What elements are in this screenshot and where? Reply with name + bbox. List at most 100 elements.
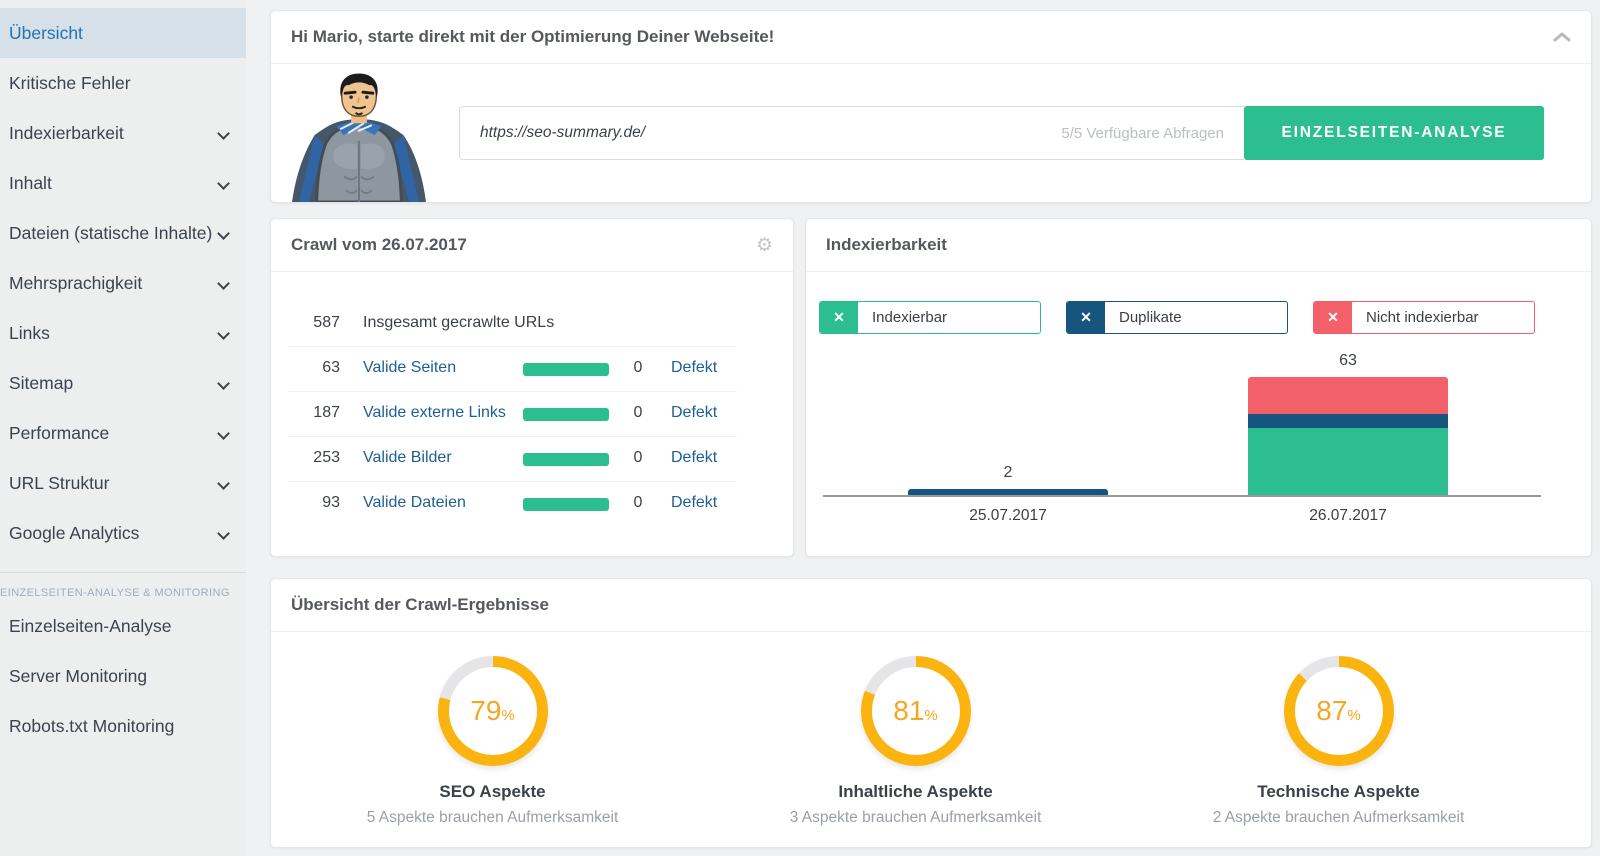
valide-bilder-link[interactable]: Valide Bilder [363,449,452,467]
gauge-percent-sign: % [924,707,937,724]
gauge-percent-value: 79 [470,695,501,727]
sidebar-item-sitemap[interactable]: Sitemap [0,358,246,408]
sidebar-divider [0,572,246,573]
progress-bar [523,408,609,421]
gauge-percent-sign: % [501,707,514,724]
valide-dateien-link[interactable]: Valide Dateien [363,494,466,512]
donut-center: 87 % [1295,667,1383,755]
sidebar-item-indexierbarkeit[interactable]: Indexierbarkeit [0,108,246,158]
sidebar-item-einzelseiten-analyse[interactable]: Einzelseiten-Analyse [0,601,246,651]
chevron-down-icon [217,177,230,190]
url-input-wrapper: 5/5 Verfügbare Abfragen [459,106,1244,160]
sidebar-item-label: Übersicht [9,23,83,43]
stacked-bar [1248,377,1448,495]
einzelseiten-analyse-button[interactable]: EINZELSEITEN-ANALYSE [1244,106,1544,160]
donut-gauge-seo: 79 % [438,656,548,766]
sidebar-section-label: EINZELSEITEN-ANALYSE & MONITORING [0,587,246,599]
crawl-total-label: Insgesamt gecrawlte URLs [363,314,554,332]
defekt-link[interactable]: Defekt [671,404,717,422]
chevron-down-icon [217,327,230,340]
chevron-down-icon [217,527,230,540]
sidebar-item-uebersicht[interactable]: Übersicht [0,8,246,58]
legend-toggle-indexierbar[interactable]: Indexierbar [819,301,1041,334]
sidebar-item-url-struktur[interactable]: URL Struktur [0,458,246,508]
defekt-link[interactable]: Defekt [671,494,717,512]
sidebar-item-kritische-fehler[interactable]: Kritische Fehler [0,58,246,108]
sidebar-item-label: Einzelseiten-Analyse [9,616,171,636]
donut-gauge-inhaltliche: 81 % [861,656,971,766]
sidebar-item-robots-monitoring[interactable]: Robots.txt Monitoring [0,701,246,751]
table-row-valide-dateien: 93 Valide Dateien 0 Defekt [288,482,737,527]
hero-greeting: Hi Mario, starte direkt mit der Optimier… [291,27,774,47]
x-icon [820,302,858,333]
crawl-panel-header: Crawl vom 26.07.2017 [271,219,793,272]
sidebar-item-label: Links [9,323,50,343]
sidebar-item-server-monitoring[interactable]: Server Monitoring [0,651,246,701]
sidebar-item-inhalt[interactable]: Inhalt [0,158,246,208]
sidebar-item-links[interactable]: Links [0,308,246,358]
x-icon [1067,302,1105,333]
crawl-panel: Crawl vom 26.07.2017 587 Insgesamt gecra… [270,218,794,557]
legend-toggle-nicht-indexierbar[interactable]: Nicht indexierbar [1313,301,1535,334]
crawl-total-value: 587 [288,314,340,332]
gauge-note: 2 Aspekte brauchen Aufmerksamkeit [1213,809,1465,827]
gauge-title: Inhaltliche Aspekte [838,782,992,802]
defekt-link[interactable]: Defekt [671,359,717,377]
sidebar-item-google-analytics[interactable]: Google Analytics [0,508,246,558]
row-value: 63 [288,359,340,377]
chevron-down-icon [217,377,230,390]
hero-body: 5/5 Verfügbare Abfragen EINZELSEITEN-ANA… [271,64,1591,202]
row-value: 253 [288,449,340,467]
donut-center: 81 % [872,667,960,755]
defekt-link[interactable]: Defekt [671,449,717,467]
gauge-note: 3 Aspekte brauchen Aufmerksamkeit [790,809,1042,827]
table-row-valide-bilder: 253 Valide Bilder 0 Defekt [288,437,737,482]
result-column-technische: 87 % Technische Aspekte 2 Aspekte brauch… [1127,656,1550,827]
result-column-inhaltliche: 81 % Inhaltliche Aspekte 3 Aspekte brauc… [704,656,1127,827]
x-axis-tick-label: 25.07.2017 [908,507,1108,525]
chevron-down-icon [217,227,230,240]
valide-seiten-link[interactable]: Valide Seiten [363,359,456,377]
sidebar-item-label: Kritische Fehler [9,73,131,93]
chart-legend: Indexierbar Duplikate Nicht indexierbar [819,301,1535,334]
bar-total-label: 2 [1004,464,1013,482]
defect-count: 0 [621,494,655,512]
table-row-valide-externe-links: 187 Valide externe Links 0 Defekt [288,392,737,437]
crawl-panel-title: Crawl vom 26.07.2017 [291,235,467,255]
defect-count: 0 [621,404,655,422]
sidebar-item-label: Dateien (statische Inhalte) [9,223,212,243]
gauge-title: SEO Aspekte [439,782,545,802]
defect-count: 0 [621,359,655,377]
chevron-down-icon [217,277,230,290]
collapse-chevron-up-icon[interactable] [1553,31,1571,43]
sidebar-item-label: Robots.txt Monitoring [9,716,174,736]
legend-label: Indexierbar [858,302,947,333]
progress-bar [523,498,609,511]
row-value: 187 [288,404,340,422]
defect-count: 0 [621,449,655,467]
url-input[interactable] [480,124,1061,142]
legend-toggle-duplikate[interactable]: Duplikate [1066,301,1288,334]
sidebar-item-dateien[interactable]: Dateien (statische Inhalte) [0,208,246,258]
results-panel-header: Übersicht der Crawl-Ergebnisse [271,579,1591,632]
chevron-down-icon [217,127,230,140]
result-column-seo: 79 % SEO Aspekte 5 Aspekte brauchen Aufm… [281,656,704,827]
sidebar-item-performance[interactable]: Performance [0,408,246,458]
sidebar-item-mehrsprachigkeit[interactable]: Mehrsprachigkeit [0,258,246,308]
available-queries-hint: 5/5 Verfügbare Abfragen [1061,125,1224,142]
settings-gear-icon[interactable] [756,236,773,255]
sidebar-item-label: Google Analytics [9,523,139,543]
sidebar: Übersicht Kritische Fehler Indexierbarke… [0,0,246,856]
legend-label: Duplikate [1105,302,1182,333]
bar-total-label: 63 [1339,352,1357,370]
table-row-total: 587 Insgesamt gecrawlte URLs [288,302,737,347]
valide-externe-links-link[interactable]: Valide externe Links [363,404,506,422]
gauge-title: Technische Aspekte [1257,782,1420,802]
sidebar-item-label: Server Monitoring [9,666,147,686]
sidebar-monitoring-list: Einzelseiten-Analyse Server Monitoring R… [0,601,246,751]
chevron-down-icon [217,477,230,490]
legend-label: Nicht indexierbar [1352,302,1479,333]
results-panel-title: Übersicht der Crawl-Ergebnisse [291,595,549,615]
results-body: 79 % SEO Aspekte 5 Aspekte brauchen Aufm… [271,632,1591,827]
crawl-results-panel: Übersicht der Crawl-Ergebnisse 79 % SEO … [270,578,1592,848]
